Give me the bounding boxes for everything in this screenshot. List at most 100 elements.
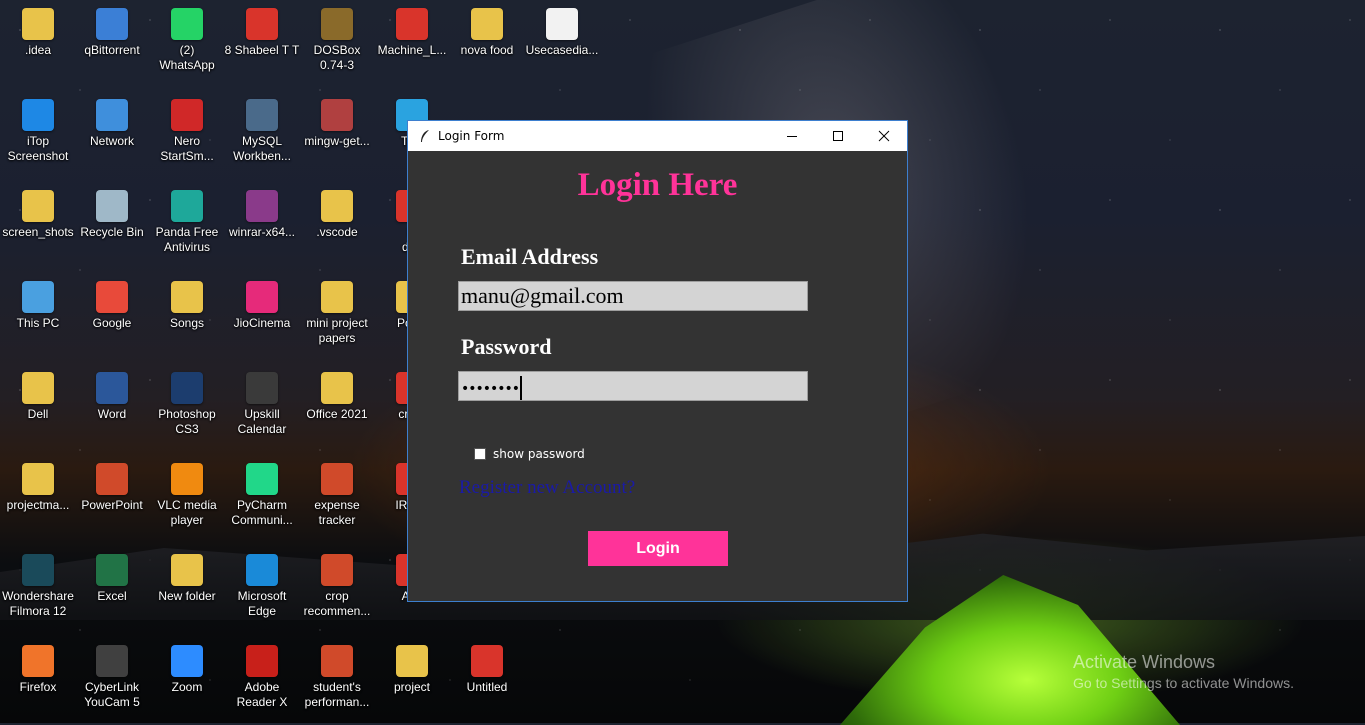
desktop-icon[interactable]: Photoshop CS3 [149, 372, 225, 437]
desktop-icon-label: iTop Screenshot [7, 134, 69, 163]
desktop-icon[interactable]: Wondershare Filmora 12 [0, 554, 76, 619]
desktop-icon-label: Network [89, 134, 134, 148]
desktop-icon[interactable]: MySQL Workben... [224, 99, 300, 164]
text-caret [520, 375, 523, 400]
desktop-icon[interactable]: Dell [0, 372, 76, 422]
folder-icon [171, 554, 203, 586]
desktop-icon[interactable]: Recycle Bin [74, 190, 150, 240]
desktop-icon[interactable]: Zoom [149, 645, 225, 695]
desktop-icon[interactable]: New folder [149, 554, 225, 604]
desktop-icon[interactable]: PowerPoint [74, 463, 150, 513]
folder-icon [471, 8, 503, 40]
email-field[interactable]: manu@gmail.com [458, 281, 808, 311]
desktop-icon[interactable]: crop recommen... [299, 554, 375, 619]
desktop-icon-label: winrar-x64... [228, 225, 296, 239]
powerpoint-icon [96, 463, 128, 495]
desktop-icon[interactable]: projectma... [0, 463, 76, 513]
desktop-icon-label: VLC media player [157, 498, 217, 527]
upskill-icon [246, 372, 278, 404]
desktop-icon[interactable]: .idea [0, 8, 76, 58]
desktop-icon-label: PyCharm Communi... [231, 498, 293, 527]
desktop-icon[interactable]: Google [74, 281, 150, 331]
desktop-icon[interactable]: Upskill Calendar [224, 372, 300, 437]
desktop-icon-label: CyberLink YouCam 5 [84, 680, 140, 709]
desktop-icon[interactable]: Microsoft Edge [224, 554, 300, 619]
photoshop-icon [171, 372, 203, 404]
close-icon [878, 130, 890, 142]
desktop-icon[interactable]: 8 Shabeel T T [224, 8, 300, 58]
desktop-icon[interactable]: qBittorrent [74, 8, 150, 58]
desktop-icon[interactable]: Office 2021 [299, 372, 375, 422]
pdf-icon [396, 8, 428, 40]
desktop-icon[interactable]: Firefox [0, 645, 76, 695]
mysql-icon [246, 99, 278, 131]
desktop-icon[interactable]: .vscode [299, 190, 375, 240]
desktop-icon[interactable]: screen_shots [0, 190, 76, 240]
adobe-reader-icon [246, 645, 278, 677]
desktop-icon[interactable]: This PC [0, 281, 76, 331]
desktop-icon-label: Machine_L... [377, 43, 447, 57]
pycharm-icon [246, 463, 278, 495]
desktop-icon[interactable]: Excel [74, 554, 150, 604]
desktop-icon[interactable]: Machine_L... [374, 8, 450, 58]
desktop-icon-label: Upskill Calendar [237, 407, 287, 436]
desktop-icon[interactable]: CyberLink YouCam 5 [74, 645, 150, 710]
desktop-icon[interactable]: Nero StartSm... [149, 99, 225, 164]
desktop-icon-label: crop recommen... [303, 589, 371, 618]
desktop-icon[interactable]: iTop Screenshot [0, 99, 76, 164]
desktop-icon[interactable]: Network [74, 99, 150, 149]
desktop-icon-label: Firefox [19, 680, 57, 694]
checkbox-box[interactable] [474, 448, 486, 460]
desktop-icon[interactable]: mingw-get... [299, 99, 375, 149]
desktop-icon-label: DOSBox 0.74-3 [313, 43, 361, 72]
desktop-icon[interactable]: Panda Free Antivirus [149, 190, 225, 255]
minimize-icon [787, 136, 797, 137]
desktop-icon[interactable]: Untitled [449, 645, 525, 695]
maximize-icon [833, 131, 843, 141]
powerpoint-file-icon [321, 645, 353, 677]
show-password-checkbox[interactable]: show password [474, 447, 585, 461]
window-titlebar[interactable]: Login Form [408, 121, 907, 151]
desktop-icon[interactable]: DOSBox 0.74-3 [299, 8, 375, 73]
desktop-icon[interactable]: nova food [449, 8, 525, 58]
installer-icon [321, 99, 353, 131]
register-link[interactable]: Register new Account? [459, 477, 635, 499]
desktop-icon[interactable]: VLC media player [149, 463, 225, 528]
desktop-icon-label: Adobe Reader X [236, 680, 288, 709]
desktop-icon[interactable]: Usecasedia... [524, 8, 600, 58]
desktop-icon[interactable]: (2) WhatsApp [149, 8, 225, 73]
desktop-icon-label: Dell [27, 407, 49, 421]
desktop-icon-label: This PC [16, 316, 60, 330]
desktop-icon[interactable]: JioCinema [224, 281, 300, 331]
password-field[interactable]: •••••••• [458, 371, 808, 401]
excel-icon [96, 554, 128, 586]
desktop-icon[interactable]: Songs [149, 281, 225, 331]
desktop-icon-label: project [393, 680, 431, 694]
desktop-icon-label: Songs [169, 316, 205, 330]
desktop-icon[interactable]: mini project papers [299, 281, 375, 346]
activate-windows-watermark: Activate Windows Go to Settings to activ… [1073, 652, 1294, 691]
vlc-icon [171, 463, 203, 495]
nero-icon [171, 99, 203, 131]
youcam-icon [96, 645, 128, 677]
close-button[interactable] [861, 121, 907, 151]
maximize-button[interactable] [815, 121, 861, 151]
desktop-icon-label: expense tracker [314, 498, 360, 527]
minimize-button[interactable] [769, 121, 815, 151]
desktop-icon-label: Recycle Bin [80, 225, 144, 239]
desktop-icon[interactable]: Adobe Reader X [224, 645, 300, 710]
desktop-icon[interactable]: project [374, 645, 450, 695]
firefox-icon [22, 645, 54, 677]
login-button[interactable]: Login [588, 531, 728, 566]
desktop-icon[interactable]: winrar-x64... [224, 190, 300, 240]
pdf-icon [246, 8, 278, 40]
desktop-icon[interactable]: PyCharm Communi... [224, 463, 300, 528]
folder-icon [22, 190, 54, 222]
file-icon [546, 8, 578, 40]
desktop-icon[interactable]: expense tracker [299, 463, 375, 528]
computer-icon [22, 281, 54, 313]
email-label: Email Address [461, 244, 599, 269]
login-form-body: Login Here Email Address manu@gmail.com … [408, 151, 907, 602]
desktop-icon[interactable]: student's performan... [299, 645, 375, 710]
desktop-icon[interactable]: Word [74, 372, 150, 422]
